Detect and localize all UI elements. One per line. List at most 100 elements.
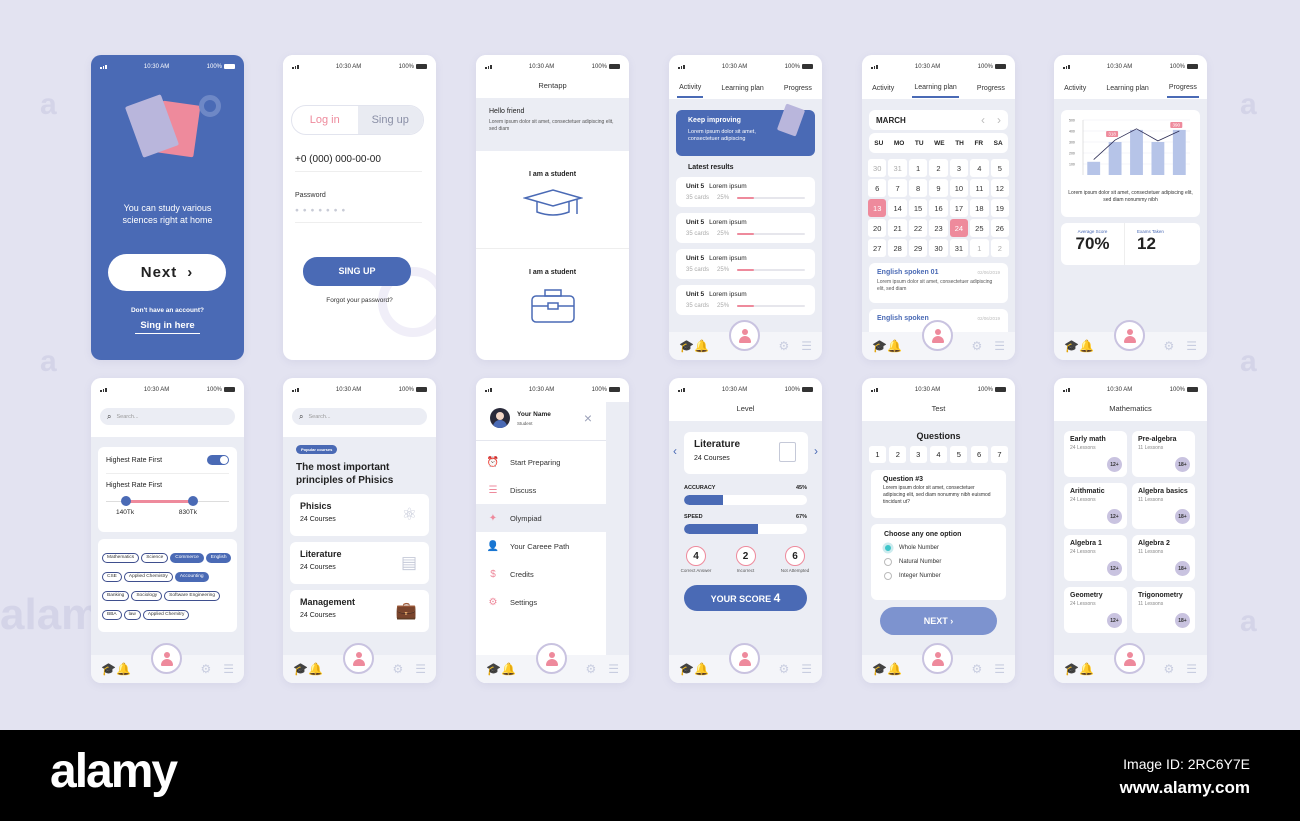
question-number[interactable]: 4: [929, 446, 947, 463]
calendar-day[interactable]: 7: [888, 179, 907, 197]
menu-item[interactable]: ⏰ Start Preparing: [476, 448, 606, 476]
calendar-day[interactable]: 19: [990, 199, 1009, 217]
bell-icon[interactable]: 🔔: [1079, 662, 1094, 676]
radio-button[interactable]: [884, 572, 892, 580]
profile-button[interactable]: [1114, 643, 1145, 674]
gear-icon[interactable]: ⚙: [778, 662, 789, 676]
subject-chip[interactable]: Commerce: [170, 552, 204, 563]
menu-icon[interactable]: ☰: [223, 662, 234, 676]
question-number[interactable]: 7: [990, 446, 1008, 463]
calendar-day[interactable]: 24: [949, 219, 969, 237]
calendar-day[interactable]: 18: [970, 199, 989, 217]
topic-card[interactable]: Arithmatic 24 Lessons 12+: [1064, 483, 1127, 529]
topic-card[interactable]: Trigonometry 11 Lessons 18+: [1132, 587, 1195, 633]
tab-activity[interactable]: Activity: [870, 81, 896, 97]
topic-card[interactable]: Geometry 24 Lessons 12+: [1064, 587, 1127, 633]
chevron-right-icon[interactable]: ›: [814, 444, 818, 458]
subject-chip[interactable]: Mathematics: [102, 552, 140, 563]
result-card[interactable]: Unit 5 Lorem ipsum 35 cards 25%: [676, 213, 815, 243]
question-number[interactable]: 2: [889, 446, 907, 463]
calendar-day[interactable]: 13: [868, 199, 887, 217]
calendar-day[interactable]: 27: [868, 239, 887, 257]
answer-option[interactable]: Whole Number: [884, 544, 993, 552]
subject-chip[interactable]: Applied Chemitry: [142, 609, 190, 620]
calendar-day[interactable]: 25: [970, 219, 989, 237]
profile-button[interactable]: [151, 643, 182, 674]
calendar-day[interactable]: 21: [888, 219, 907, 237]
signin-link[interactable]: Sing in here: [135, 320, 200, 334]
profile-button[interactable]: [922, 643, 953, 674]
graduation-cap-icon[interactable]: 🎓: [293, 662, 308, 676]
result-card[interactable]: Unit 5 Lorem ipsum 35 cards 25%: [676, 249, 815, 279]
chevron-left-icon[interactable]: ‹: [673, 444, 677, 458]
calendar-day[interactable]: 28: [888, 239, 907, 257]
calendar-day[interactable]: 26: [990, 219, 1009, 237]
calendar-day[interactable]: 2: [990, 239, 1009, 257]
bell-icon[interactable]: 🔔: [887, 662, 902, 676]
gear-icon[interactable]: ⚙: [971, 662, 982, 676]
result-card[interactable]: Unit 5 Lorem ipsum 35 cards 25%: [676, 285, 815, 315]
calendar-day[interactable]: 12: [990, 179, 1009, 197]
course-card[interactable]: Management 24 Courses 💼: [290, 590, 429, 632]
keep-improving-banner[interactable]: Keep improving Lorem ipsum dolor sit ame…: [676, 103, 815, 156]
calendar-day[interactable]: 31: [949, 239, 969, 257]
next-button[interactable]: Next ›: [108, 254, 226, 291]
chevron-right-icon[interactable]: ›: [997, 113, 1001, 127]
menu-icon[interactable]: ☰: [801, 339, 812, 353]
close-icon[interactable]: ×: [584, 410, 592, 426]
profile-button[interactable]: [1114, 320, 1145, 351]
graduation-cap-icon[interactable]: 🎓: [679, 662, 694, 676]
graduation-cap-icon[interactable]: 🎓: [101, 662, 116, 676]
signup-button[interactable]: SING UP: [303, 257, 411, 286]
tab-progress[interactable]: Progress: [1166, 80, 1199, 98]
course-card[interactable]: Phisics 24 Courses ⚛: [290, 494, 429, 536]
bell-icon[interactable]: 🔔: [501, 662, 516, 676]
profile-button[interactable]: [729, 643, 760, 674]
calendar-day[interactable]: 20: [868, 219, 887, 237]
radio-button[interactable]: [884, 558, 892, 566]
bell-icon[interactable]: 🔔: [887, 339, 902, 353]
subject-chip[interactable]: Applied Chemistry: [123, 571, 173, 582]
question-number[interactable]: 3: [909, 446, 927, 463]
tab-learning-plan[interactable]: Learning plan: [1104, 81, 1150, 97]
menu-item[interactable]: 👤 Your Careee Path: [476, 532, 606, 560]
your-score-button[interactable]: YOUR SCORE 4: [684, 585, 807, 611]
radio-button[interactable]: [884, 544, 892, 552]
menu-icon[interactable]: ☰: [415, 662, 426, 676]
bell-icon[interactable]: 🔔: [116, 662, 131, 676]
menu-icon[interactable]: ☰: [994, 662, 1005, 676]
range-handle-max[interactable]: [188, 496, 198, 506]
question-number[interactable]: 6: [970, 446, 988, 463]
range-handle-min[interactable]: [121, 496, 131, 506]
forgot-password-link[interactable]: Forgot your password?: [283, 297, 436, 304]
tab-learning-plan[interactable]: Learning plan: [719, 81, 765, 97]
answer-option[interactable]: Integer Number: [884, 572, 993, 580]
answer-option[interactable]: Natural Number: [884, 558, 993, 566]
topic-card[interactable]: Pre-algebra 11 Lessons 18+: [1132, 431, 1195, 477]
calendar-day[interactable]: 31: [888, 159, 907, 177]
calendar-day[interactable]: 23: [929, 219, 948, 237]
menu-icon[interactable]: ☰: [1186, 339, 1197, 353]
course-card[interactable]: Literature 24 Courses: [684, 432, 808, 474]
gear-icon[interactable]: ⚙: [1163, 339, 1174, 353]
profile-button[interactable]: [536, 643, 567, 674]
calendar-day[interactable]: 14: [888, 199, 907, 217]
graduation-cap-icon[interactable]: 🎓: [1064, 339, 1079, 353]
tab-signup[interactable]: Sing up: [357, 106, 423, 134]
calendar-day[interactable]: 30: [929, 239, 948, 257]
subject-chip[interactable]: Accounting: [174, 571, 209, 582]
gear-icon[interactable]: ⚙: [200, 662, 211, 676]
phone-input[interactable]: +0 (000) 000-00-00: [295, 154, 422, 172]
calendar-day[interactable]: 6: [868, 179, 887, 197]
tab-progress[interactable]: Progress: [975, 81, 1007, 97]
subject-chip[interactable]: law: [123, 609, 141, 620]
calendar-day[interactable]: 8: [908, 179, 928, 197]
bell-icon[interactable]: 🔔: [1079, 339, 1094, 353]
subject-chip[interactable]: BBA: [102, 609, 122, 620]
password-input[interactable]: ● ● ● ● ● ● ●: [295, 207, 422, 223]
question-number[interactable]: 1: [869, 446, 886, 463]
menu-icon[interactable]: ☰: [608, 662, 619, 676]
calendar-day[interactable]: 17: [949, 199, 969, 217]
menu-item[interactable]: ⚙ Settings: [476, 588, 606, 616]
tab-activity[interactable]: Activity: [1062, 81, 1088, 97]
